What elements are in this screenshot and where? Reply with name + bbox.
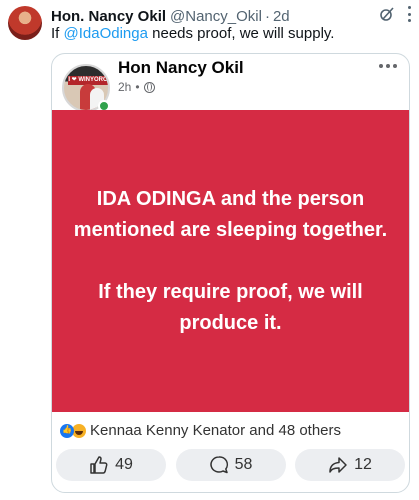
tweet-text-before: If <box>51 25 64 42</box>
post-author-name[interactable]: Hon Nancy Okil <box>118 58 244 78</box>
reactions-row[interactable]: Kennaa Kenny Kenator and 48 others <box>60 422 341 439</box>
reactions-text: Kennaa Kenny Kenator and 48 others <box>90 422 342 439</box>
post-meta-dot: • <box>135 80 140 94</box>
globe-icon <box>143 81 155 93</box>
tweet-mention-link[interactable]: @IdaOdinga <box>64 25 148 42</box>
tweet-header: Hon. Nancy Okil @Nancy_Okil · 2d <box>51 6 409 26</box>
more-vert-icon[interactable] <box>407 6 411 22</box>
tweet-separator: · <box>264 7 270 25</box>
like-button[interactable]: 49 <box>56 449 166 481</box>
tweet-avatar[interactable] <box>8 6 42 40</box>
tweet-text-after: needs proof, we will supply. <box>147 25 335 42</box>
action-bar: 49 58 12 <box>52 443 409 489</box>
tweet-time[interactable]: 2d <box>273 8 290 25</box>
comment-count: 58 <box>234 456 253 473</box>
comment-icon <box>209 456 228 474</box>
post-text-background: IDA ODINGA and the person mentioned are … <box>52 110 409 412</box>
tweet-author-name[interactable]: Hon. Nancy Okil <box>51 8 166 25</box>
share-button[interactable]: 12 <box>295 449 405 481</box>
post-text: IDA ODINGA and the person mentioned are … <box>73 187 388 334</box>
like-icon <box>60 423 74 438</box>
share-count: 12 <box>354 456 372 473</box>
like-count: 49 <box>115 456 133 473</box>
thumbs-up-icon <box>90 456 108 474</box>
share-icon <box>329 457 347 473</box>
post-time[interactable]: 2h <box>118 80 131 94</box>
embedded-post-card[interactable]: I ❤ WINYORO Hon Nancy Okil 2h • IDA ODIN… <box>51 53 410 493</box>
post-meta: 2h • <box>118 80 155 94</box>
tweet-actions <box>379 6 411 22</box>
tweet-text: If @IdaOdinga needs proof, we will suppl… <box>51 25 334 42</box>
more-horiz-icon[interactable] <box>379 64 397 68</box>
grok-icon[interactable] <box>379 6 395 22</box>
tweet-handle[interactable]: @Nancy_Okil <box>170 8 262 25</box>
haha-icon <box>72 423 86 438</box>
comment-button[interactable]: 58 <box>175 449 286 481</box>
